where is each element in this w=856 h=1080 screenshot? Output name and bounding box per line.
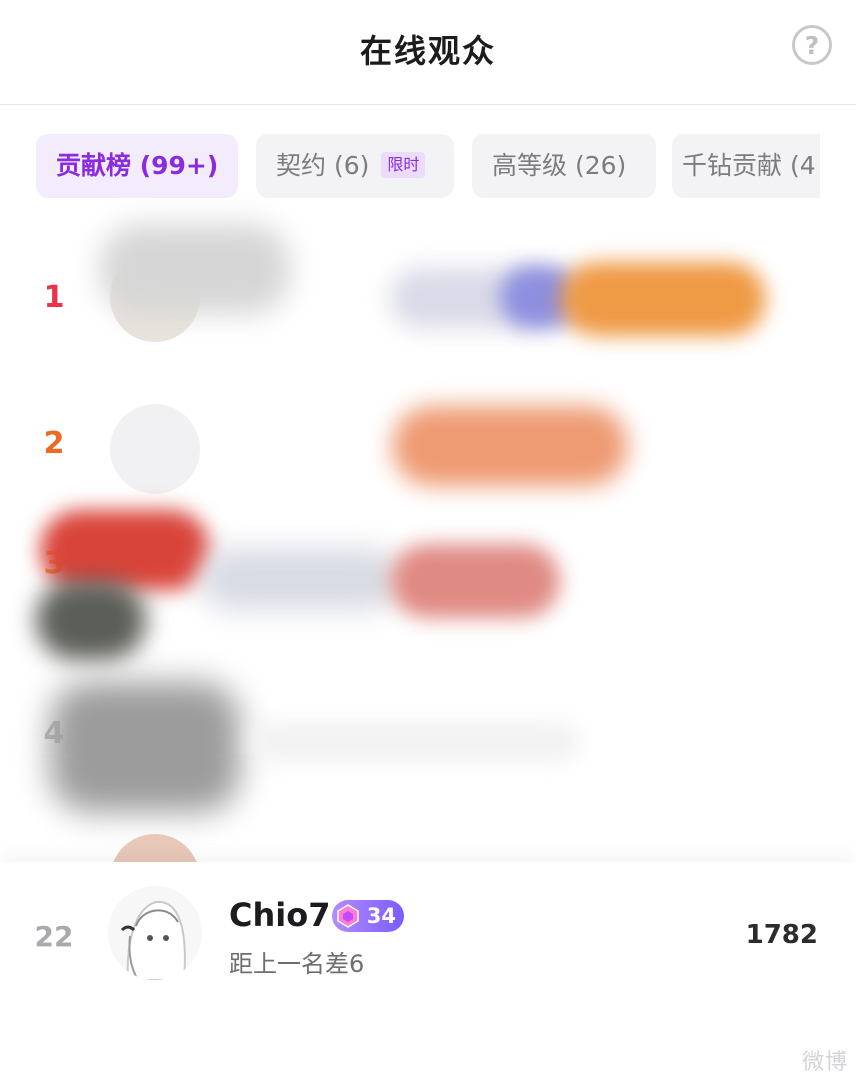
- self-score: 1782: [745, 920, 818, 950]
- limited-time-badge: 限时: [381, 152, 426, 178]
- watermark: 微博: [801, 1050, 848, 1075]
- rank-number: 2: [43, 426, 65, 461]
- level-badge: 34: [332, 900, 404, 932]
- gap-to-previous-text: 距上一名差6: [229, 950, 365, 978]
- tab-bar: 贡献榜 (99+) 契约 (6) 限时 高等级 (26) 千钻贡献 (4: [36, 134, 820, 198]
- obscured-content: [50, 682, 240, 812]
- list-item[interactable]: 3: [0, 500, 856, 660]
- tab-contribution-label: 贡献榜 (99+): [56, 151, 219, 180]
- tab-contract-label: 契约 (6): [276, 151, 370, 180]
- header-bar: 在线观众 ?: [0, 0, 856, 105]
- gem-icon: [337, 904, 359, 928]
- obscured-content: [392, 406, 628, 486]
- tab-thousand-diamond[interactable]: 千钻贡献 (4: [672, 134, 820, 198]
- tab-contract[interactable]: 契约 (6) 限时: [256, 134, 454, 198]
- rank-number: 1: [43, 280, 65, 315]
- page-title: 在线观众: [359, 32, 496, 70]
- self-name: Chio7: [229, 896, 331, 934]
- help-icon[interactable]: ?: [792, 25, 832, 65]
- obscured-content: [200, 548, 400, 610]
- obscured-content: [390, 544, 560, 618]
- list-item[interactable]: 2: [0, 384, 856, 504]
- obscured-content: [40, 510, 210, 590]
- tab-contribution[interactable]: 贡献榜 (99+): [36, 134, 238, 198]
- self-avatar[interactable]: [108, 886, 202, 980]
- list-item[interactable]: 4: [0, 672, 856, 812]
- obscured-content: [100, 224, 290, 314]
- avatar[interactable]: [110, 404, 200, 494]
- obscured-content: [250, 722, 580, 762]
- self-rank: 22: [34, 920, 74, 953]
- list-item[interactable]: 1: [0, 224, 856, 358]
- obscured-content: [560, 262, 766, 336]
- obscured-content: [36, 580, 146, 660]
- level-value: 34: [366, 904, 396, 928]
- current-user-card[interactable]: 22 Chio7 34 距上一名差6 1782 微博: [0, 862, 856, 1080]
- tab-high-level[interactable]: 高等级 (26): [472, 134, 656, 198]
- tab-high-level-label: 高等级 (26): [492, 151, 627, 180]
- tab-thousand-diamond-label: 千钻贡献 (4: [682, 151, 816, 180]
